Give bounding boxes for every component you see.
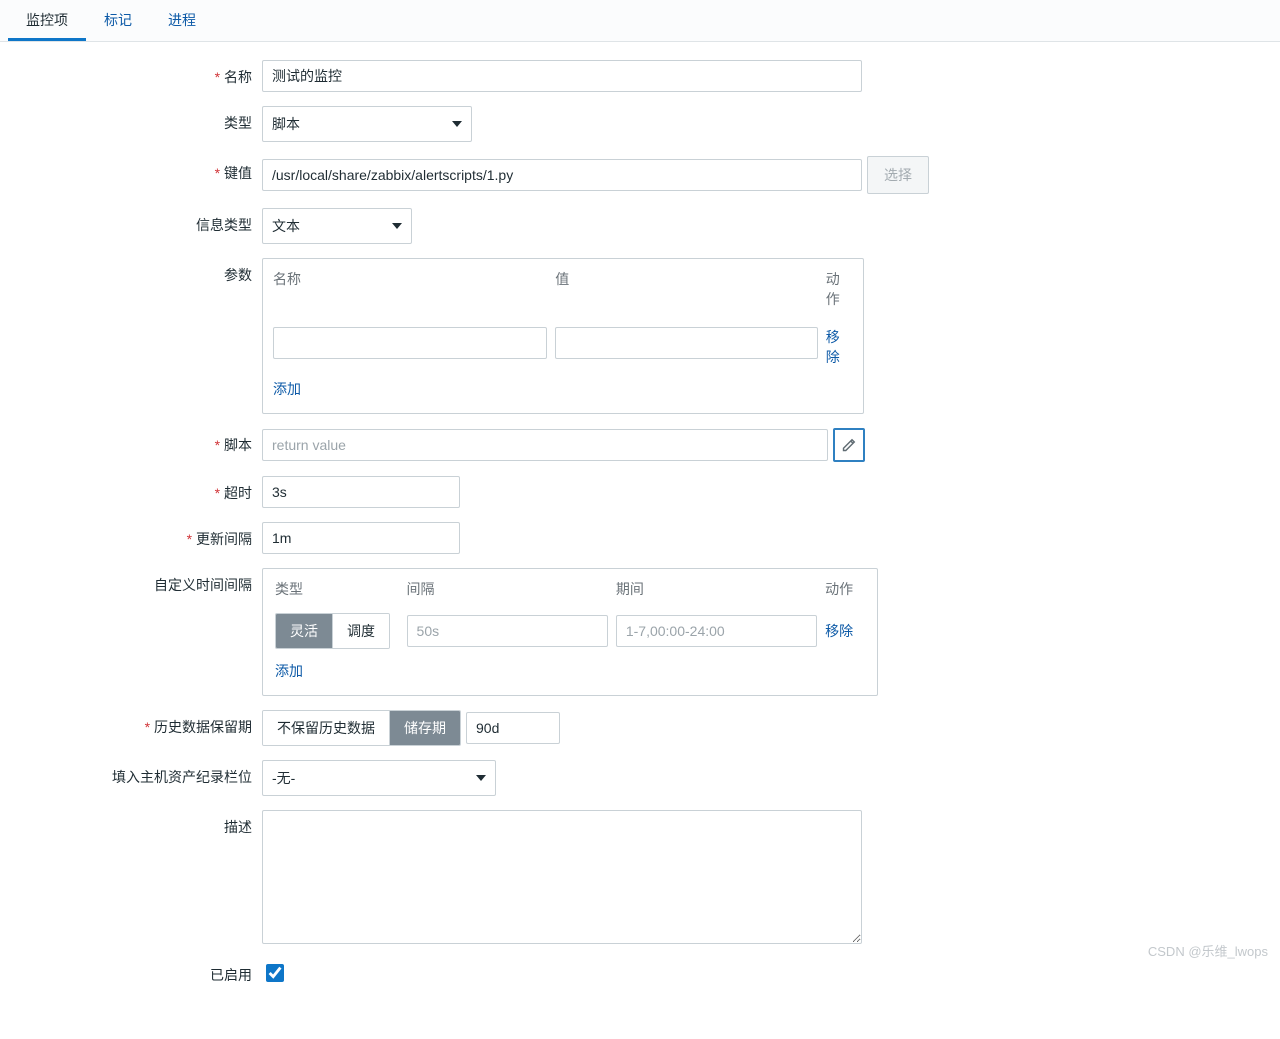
ci-col-period: 期间 [612,575,821,609]
script-input[interactable] [262,429,828,461]
ci-col-action: 动作 [821,575,869,609]
label-key: 键值 [0,156,262,183]
params-row: 移 除 [269,323,857,371]
ci-add-link[interactable]: 添加 [275,663,303,679]
params-box: 名称 值 动作 移 除 添加 [262,258,864,414]
label-info-type: 信息类型 [0,208,262,235]
label-type: 类型 [0,106,262,133]
name-input[interactable] [262,60,862,92]
ci-type-segment: 灵活 调度 [275,613,390,649]
label-timeout: 超时 [0,476,262,503]
inventory-value: -无- [272,768,295,788]
ci-col-type: 类型 [271,575,403,609]
history-days-input[interactable] [466,712,560,744]
ci-interval-input[interactable] [407,615,608,647]
param-name-input[interactable] [273,327,547,359]
key-input[interactable] [262,159,862,191]
ci-row: 灵活 调度 移除 [271,609,869,653]
params-col-name: 名称 [269,263,551,323]
param-value-input[interactable] [555,327,817,359]
watermark: CSDN @乐维_lwops [1148,941,1268,960]
label-custom-interval: 自定义时间间隔 [0,568,262,595]
pencil-icon [841,437,857,453]
label-interval: 更新间隔 [0,522,262,549]
label-script: 脚本 [0,428,262,455]
inventory-select[interactable]: -无- [262,760,496,796]
ci-type-scheduling[interactable]: 调度 [332,614,389,648]
label-params: 参数 [0,258,262,285]
type-select[interactable]: 脚本 [262,106,472,142]
label-inventory: 填入主机资产纪录栏位 [0,760,262,787]
history-no-keep[interactable]: 不保留历史数据 [263,711,389,745]
form: 名称 类型 脚本 键值 选择 信息类型 文本 [0,42,1280,1039]
edit-script-button[interactable] [833,428,865,462]
enabled-checkbox[interactable] [266,964,284,982]
param-add-link[interactable]: 添加 [273,381,301,397]
custom-interval-box: 类型 间隔 期间 动作 灵活 调度 [262,568,878,696]
label-enabled: 已启用 [0,958,262,985]
tab-tags[interactable]: 标记 [86,0,150,41]
chevron-down-icon [452,121,462,127]
ci-period-input[interactable] [616,615,817,647]
info-type-value: 文本 [272,216,300,236]
ci-remove-link[interactable]: 移除 [825,623,853,639]
interval-input[interactable] [262,522,460,554]
param-remove-link[interactable]: 移 除 [826,329,840,365]
info-type-select[interactable]: 文本 [262,208,412,244]
tab-items[interactable]: 监控项 [8,0,86,41]
tab-process[interactable]: 进程 [150,0,214,41]
params-col-value: 值 [551,263,821,323]
timeout-input[interactable] [262,476,460,508]
type-select-value: 脚本 [272,114,300,134]
select-button[interactable]: 选择 [867,156,929,194]
label-name: 名称 [0,60,262,87]
history-segment: 不保留历史数据 储存期 [262,710,461,746]
description-textarea[interactable] [262,810,862,944]
ci-col-interval: 间隔 [403,575,612,609]
chevron-down-icon [476,775,486,781]
ci-type-flexible[interactable]: 灵活 [276,614,332,648]
label-description: 描述 [0,810,262,837]
label-history: 历史数据保留期 [0,710,262,737]
chevron-down-icon [392,223,402,229]
params-col-action: 动作 [822,263,857,323]
tabs: 监控项 标记 进程 [0,0,1280,42]
history-storage[interactable]: 储存期 [389,711,460,745]
